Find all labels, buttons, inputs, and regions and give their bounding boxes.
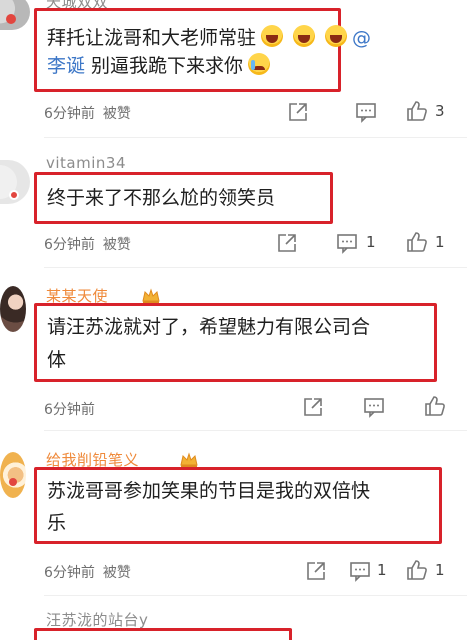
comment-icon[interactable] [362, 395, 386, 419]
comment-text-highlight: 终于来了不那么尬的领笑员 [34, 172, 333, 224]
share-icon[interactable] [286, 100, 310, 124]
thumbs-up-icon[interactable] [405, 558, 429, 582]
share-icon[interactable] [275, 231, 299, 255]
reply-count: 1 [366, 233, 376, 251]
share-icon[interactable] [301, 395, 325, 419]
thumbs-up-icon[interactable] [405, 230, 429, 254]
username[interactable]: vitamin34 [46, 154, 126, 172]
comment-meta: 6分钟前 被赞 [44, 234, 131, 254]
thumbs-up-icon[interactable] [405, 99, 429, 123]
comment-text: 体 [47, 349, 67, 371]
avatar[interactable] [0, 160, 30, 204]
comment-text-highlight: 拜托让泷哥和大老师常驻 @ 李诞 别逼我跪下来求你 [34, 8, 371, 92]
avatar[interactable] [0, 452, 26, 498]
comment-text-highlight: 苏泷哥哥参加笑果的节目是我的双倍快 乐 [34, 467, 442, 544]
timestamp: 6分钟前 [44, 106, 95, 122]
divider [44, 430, 467, 431]
comment-meta: 6分钟前 被赞 [44, 103, 131, 123]
thumbs-up-icon[interactable] [423, 394, 447, 418]
comment-meta: 6分钟前 [44, 399, 95, 419]
avatar[interactable] [0, 0, 30, 30]
laughing-face-emoji [293, 25, 316, 47]
crying-face-emoji [248, 53, 271, 75]
username[interactable]: 汪苏泷的站台y [46, 609, 148, 630]
laughing-face-emoji [325, 25, 348, 47]
like-count: 3 [435, 102, 445, 120]
share-icon[interactable] [304, 559, 328, 583]
comment-text: 终于来了不那么尬的领笑员 [47, 187, 276, 209]
reply-count: 1 [377, 561, 387, 579]
mention-link[interactable]: 李诞 [47, 55, 85, 77]
divider [44, 137, 467, 138]
timestamp: 6分钟前 [44, 565, 95, 581]
avatar[interactable] [0, 286, 26, 332]
comment-text: 请汪苏泷就对了，希望魅力有限公司合 [47, 316, 371, 338]
timestamp: 6分钟前 [44, 237, 95, 253]
liked-by-author-badge: 被赞 [102, 565, 131, 581]
like-count: 1 [435, 233, 445, 251]
comment-text: 乐 [47, 512, 67, 534]
comment-meta: 6分钟前 被赞 [44, 562, 131, 582]
timestamp: 6分钟前 [44, 402, 95, 418]
comment-line: 李诞 别逼我跪下来求你 [47, 53, 338, 78]
comment-text: 拜托让泷哥和大老师常驻 [47, 27, 257, 49]
comment-icon[interactable] [348, 559, 372, 583]
comment-text: 别逼我跪下来求你 [85, 55, 244, 77]
divider [44, 267, 467, 268]
comment-text-highlight [34, 628, 292, 640]
comment-text: 苏泷哥哥参加笑果的节目是我的双倍快 [47, 480, 371, 502]
comment-icon[interactable] [335, 231, 359, 255]
liked-by-author-badge: 被赞 [102, 106, 131, 122]
laughing-face-emoji [261, 25, 284, 47]
liked-by-author-badge: 被赞 [102, 237, 131, 253]
mention-at-sign: @ [352, 27, 372, 49]
like-count: 1 [435, 561, 445, 579]
comment-icon[interactable] [354, 100, 378, 124]
comment-line: 拜托让泷哥和大老师常驻 @ [47, 23, 371, 53]
comment-text-highlight: 请汪苏泷就对了，希望魅力有限公司合 体 [34, 303, 437, 382]
divider [44, 595, 467, 596]
